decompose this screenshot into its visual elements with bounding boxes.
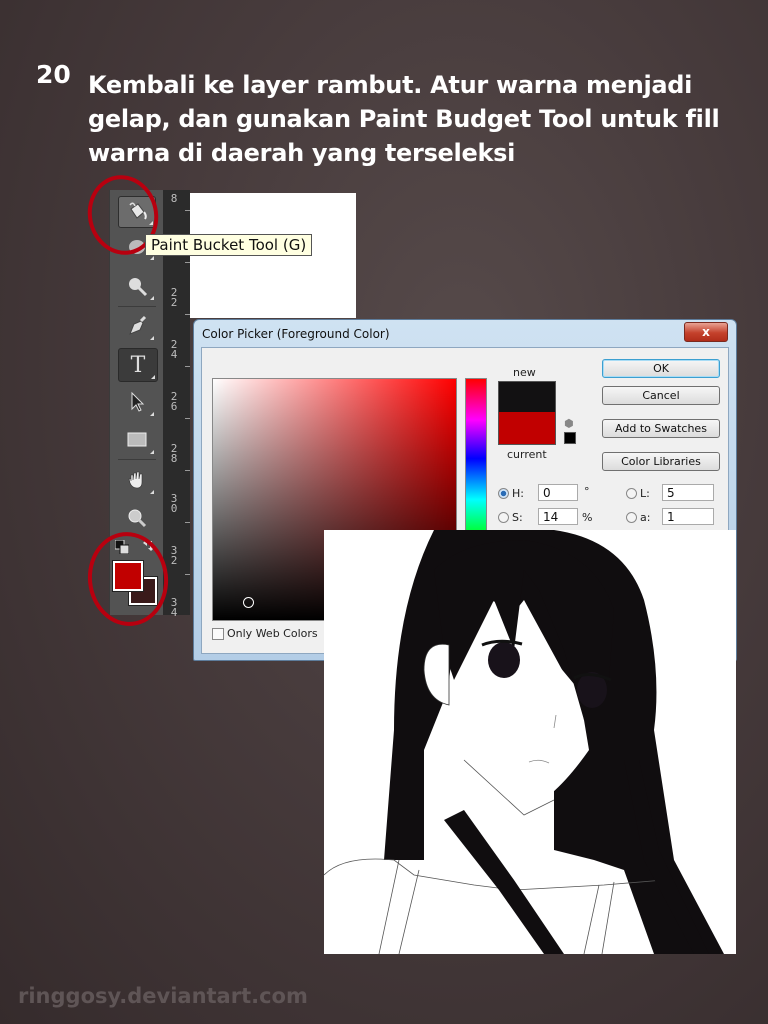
close-button[interactable]: x: [684, 322, 728, 342]
hue-input[interactable]: 0: [538, 484, 578, 501]
lightness-radio[interactable]: [626, 488, 637, 499]
dodge-icon: [129, 278, 148, 297]
pen-icon: [129, 315, 147, 335]
saturation-label: S:: [512, 511, 523, 524]
rectangle-tool[interactable]: [118, 424, 156, 456]
ruler-label: 3 4: [170, 596, 178, 619]
dodge-tool[interactable]: [118, 270, 156, 302]
hue-unit: °: [584, 485, 590, 498]
out-of-gamut-cube-icon[interactable]: ⬢: [564, 417, 574, 430]
a-radio-row[interactable]: a:: [626, 511, 650, 524]
tool-tooltip: Paint Bucket Tool (G): [145, 234, 313, 256]
anime-girl-illustration: [324, 530, 724, 954]
a-input[interactable]: 1: [662, 508, 714, 525]
zoom-icon: [128, 509, 147, 528]
current-color-swatch[interactable]: [498, 412, 556, 445]
hue-label: H:: [512, 487, 524, 500]
foreground-color-swatch-top[interactable]: [113, 561, 143, 591]
dialog-title: Color Picker (Foreground Color): [202, 327, 390, 341]
color-libraries-button[interactable]: Color Libraries: [602, 452, 720, 471]
type-tool[interactable]: T: [118, 348, 158, 382]
hand-icon: [128, 471, 143, 489]
ruler-label: 2 2: [170, 286, 178, 309]
lightness-label: L:: [640, 487, 650, 500]
zoom-tool[interactable]: [118, 502, 156, 534]
current-label: current: [507, 448, 547, 461]
ruler-label: 2 6: [170, 390, 178, 413]
saturation-unit: %: [582, 511, 593, 524]
only-web-colors-label: Only Web Colors: [227, 627, 318, 640]
lightness-input[interactable]: 5: [662, 484, 714, 501]
close-icon: x: [702, 325, 710, 339]
ruler-label: 2 8: [170, 442, 178, 465]
step-number: 20: [36, 60, 71, 89]
type-icon: T: [130, 352, 146, 378]
arrow-cursor-icon: [131, 391, 145, 412]
step-instruction: Kembali ke layer rambut. Atur warna menj…: [88, 71, 720, 167]
ruler-label: 3 2: [170, 544, 178, 567]
only-web-colors-checkbox[interactable]: Only Web Colors: [212, 627, 318, 640]
rectangle-icon: [127, 432, 147, 447]
color-marker[interactable]: [243, 597, 254, 608]
ruler-label: 3 0: [170, 492, 178, 515]
ruler-label: 8: [170, 192, 178, 205]
pen-tool[interactable]: [118, 310, 156, 342]
a-radio[interactable]: [626, 512, 637, 523]
saturation-radio[interactable]: [498, 512, 509, 523]
saturation-radio-row[interactable]: S:: [498, 511, 523, 524]
checkbox-box[interactable]: [212, 627, 224, 640]
hue-radio[interactable]: [498, 488, 509, 499]
character-artwork: [324, 530, 736, 954]
new-color-swatch: [498, 381, 556, 413]
lightness-radio-row[interactable]: L:: [626, 487, 650, 500]
path-selection-tool[interactable]: [118, 386, 156, 418]
web-safe-swatch[interactable]: [563, 431, 577, 445]
add-to-swatches-button[interactable]: Add to Swatches: [602, 419, 720, 438]
hue-radio-row[interactable]: H:: [498, 487, 524, 500]
ruler-label: 2 4: [170, 338, 178, 361]
ok-button[interactable]: OK: [602, 359, 720, 378]
cancel-button[interactable]: Cancel: [602, 386, 720, 405]
watermark: ringgosy.deviantart.com: [18, 984, 308, 1008]
hand-tool[interactable]: [118, 464, 156, 496]
new-label: new: [513, 366, 536, 379]
saturation-input[interactable]: 14: [538, 508, 578, 525]
a-label: a:: [640, 511, 651, 524]
